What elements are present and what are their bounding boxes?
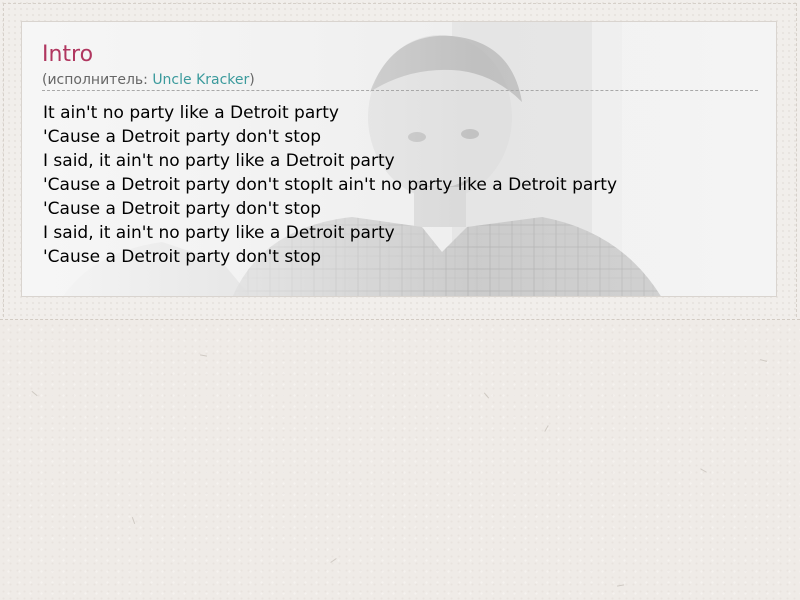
page-frame-left (3, 3, 4, 317)
lyric-line: 'Cause a Detroit party don't stop (43, 247, 322, 267)
lyric-line: 'Cause a Detroit party don't stop (43, 199, 322, 219)
section-title: Intro (42, 42, 94, 67)
paper-fleck (330, 558, 337, 563)
paper-fleck (199, 354, 208, 357)
page-divider (0, 319, 800, 320)
paper-fleck (759, 359, 768, 362)
artist-link[interactable]: Uncle Kracker (152, 72, 249, 88)
lyrics-content: Intro (исполнитель: Uncle Kracker) It ai… (22, 22, 776, 296)
paper-fleck (616, 584, 625, 587)
lyric-line: I said, it ain't no party like a Detroit… (43, 223, 395, 243)
paper-fleck (131, 517, 136, 524)
artist-suffix: ) (249, 72, 255, 88)
page-frame-right (796, 3, 797, 317)
lyric-line: 'Cause a Detroit party don't stop (43, 127, 322, 147)
paper-fleck (544, 425, 549, 432)
lyrics-block: It ain't no party like a Detroit party '… (43, 101, 617, 269)
lyric-line: 'Cause a Detroit party don't stopIt ain'… (43, 175, 618, 195)
paper-fleck (483, 392, 490, 399)
page-frame-top (3, 3, 796, 4)
artist-credit: (исполнитель: Uncle Kracker) (42, 71, 255, 89)
paper-fleck (700, 468, 707, 473)
lyrics-card: Intro (исполнитель: Uncle Kracker) It ai… (21, 21, 777, 297)
lyric-line: I said, it ain't no party like a Detroit… (43, 151, 395, 171)
header-divider (42, 90, 758, 91)
artist-prefix: (исполнитель: (42, 72, 153, 88)
paper-fleck (31, 390, 38, 397)
lyric-line: It ain't no party like a Detroit party (43, 103, 339, 123)
